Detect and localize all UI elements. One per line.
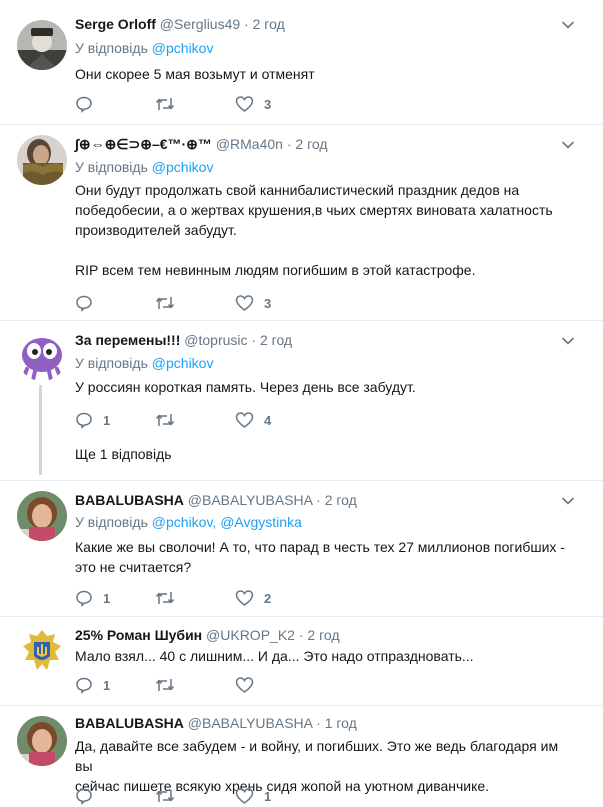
like-icon — [235, 412, 254, 428]
timestamp[interactable]: 2 год — [253, 16, 285, 32]
reply-button[interactable]: 1 — [75, 588, 110, 608]
reply-button[interactable]: 1 — [75, 675, 110, 695]
author-handle[interactable]: @RMa40n — [216, 136, 283, 152]
author-name[interactable]: Serge Orloff — [75, 16, 156, 32]
avatar[interactable] — [17, 331, 67, 381]
retweet-icon — [155, 679, 175, 691]
mention-link[interactable]: @pchikov — [152, 40, 214, 56]
like-icon — [235, 788, 254, 804]
author-name[interactable]: За перемены!!! — [75, 332, 180, 348]
thread-line — [39, 385, 42, 475]
reply-context: У відповідь @pchikov, @Avgystinka — [75, 514, 302, 530]
avatar[interactable] — [17, 626, 67, 676]
timestamp[interactable]: 2 год — [307, 627, 339, 643]
retweet-icon — [155, 98, 175, 110]
like-icon — [235, 677, 254, 693]
tweet-text: Какие же вы сволочи! А то, что парад в ч… — [75, 539, 565, 575]
like-count: 3 — [264, 96, 272, 112]
reply-button[interactable] — [75, 94, 93, 114]
avatar[interactable] — [17, 135, 67, 185]
reply-count: 1 — [103, 677, 111, 693]
like-button[interactable]: 2 — [235, 588, 271, 608]
tweet-2[interactable]: ∫⊕⇔⊕∈⊃⊕–€™·⊕™ @RMa40n · 2 год У відповід… — [0, 125, 603, 320]
mention-link[interactable]: @pchikov — [152, 159, 214, 175]
author-handle[interactable]: @Serglius49 — [160, 16, 240, 32]
retweet-button[interactable] — [155, 786, 175, 806]
reply-count: 1 — [103, 412, 111, 428]
timestamp[interactable]: 2 год — [260, 332, 292, 348]
mention-link[interactable]: @pchikov, @Avgystinka — [152, 514, 302, 530]
tweet-4[interactable]: BABALUBASHA @BABALYUBASHA · 2 год У відп… — [0, 481, 603, 616]
reply-icon — [76, 412, 92, 429]
tweet-text: Они скорее 5 мая возьмут и отменят — [75, 66, 315, 82]
like-count: 3 — [264, 295, 272, 311]
retweet-button[interactable] — [155, 94, 175, 114]
retweet-icon — [155, 414, 175, 426]
like-count: 1 — [264, 788, 272, 804]
like-icon — [235, 295, 254, 311]
like-count: 4 — [264, 412, 272, 428]
reply-button[interactable] — [75, 786, 93, 806]
like-button[interactable]: 3 — [235, 94, 271, 114]
avatar[interactable] — [17, 716, 67, 766]
retweet-button[interactable] — [155, 410, 175, 430]
reply-icon — [76, 590, 92, 607]
tweet-text: Мало взял... 40 с лишним... И да... Это … — [75, 648, 474, 664]
reply-context: У відповідь @pchikov — [75, 355, 214, 371]
author-handle[interactable]: @BABALYUBASHA — [188, 492, 312, 508]
like-button[interactable]: 1 — [235, 786, 271, 806]
chevron-down-icon[interactable] — [561, 18, 575, 32]
author-name[interactable]: ∫⊕⇔⊕∈⊃⊕–€™·⊕™ — [75, 136, 212, 152]
tweet-text: Они будут продолжать свой каннибалистиче… — [75, 182, 553, 278]
reply-icon — [76, 677, 92, 694]
like-icon — [235, 96, 254, 112]
chevron-down-icon[interactable] — [561, 138, 575, 152]
tweet-text: У россиян короткая память. Через день вс… — [75, 379, 416, 395]
reply-count: 1 — [103, 590, 111, 606]
avatar[interactable] — [17, 491, 67, 541]
timestamp[interactable]: 1 год — [325, 715, 357, 731]
retweet-button[interactable] — [155, 675, 175, 695]
mention-link[interactable]: @pchikov — [152, 355, 214, 371]
chevron-down-icon[interactable] — [561, 494, 575, 508]
like-icon — [235, 590, 254, 606]
reply-context: У відповідь @pchikov — [75, 159, 214, 175]
author-name[interactable]: BABALUBASHA — [75, 492, 184, 508]
retweet-icon — [155, 790, 175, 802]
retweet-icon — [155, 297, 175, 309]
retweet-icon — [155, 592, 175, 604]
author-handle[interactable]: @BABALYUBASHA — [188, 715, 312, 731]
like-count: 2 — [264, 590, 272, 606]
tweet-6[interactable]: BABALUBASHA @BABALYUBASHA · 1 год Да, да… — [0, 706, 603, 807]
author-name[interactable]: BABALUBASHA — [75, 715, 184, 731]
reply-context: У відповідь @pchikov — [75, 40, 214, 56]
show-more-replies-link[interactable]: Ще 1 відповідь — [75, 446, 172, 462]
timestamp[interactable]: 2 год — [325, 492, 357, 508]
reply-button[interactable] — [75, 293, 93, 313]
tweet-3[interactable]: За перемены!!! @toprusic · 2 год У відпо… — [0, 321, 603, 480]
chevron-down-icon[interactable] — [561, 334, 575, 348]
timestamp[interactable]: 2 год — [295, 136, 327, 152]
tweet-text: Да, давайте все забудем - и войну, и пог… — [75, 738, 559, 794]
retweet-button[interactable] — [155, 588, 175, 608]
author-name[interactable]: 25% Роман Шубин — [75, 627, 202, 643]
tweet-5[interactable]: 25% Роман Шубин @UKROP_K2 · 2 год Мало в… — [0, 617, 603, 705]
reply-icon — [76, 96, 92, 113]
reply-icon — [76, 295, 92, 312]
reply-icon — [76, 788, 92, 805]
reply-button[interactable]: 1 — [75, 410, 110, 430]
like-button[interactable]: 3 — [235, 293, 271, 313]
tweet-1[interactable]: Serge Orloff @Serglius49 · 2 год У відпо… — [0, 0, 603, 124]
avatar[interactable] — [17, 20, 67, 70]
like-button[interactable]: 4 — [235, 410, 271, 430]
retweet-button[interactable] — [155, 293, 175, 313]
author-handle[interactable]: @UKROP_K2 — [206, 627, 295, 643]
author-handle[interactable]: @toprusic — [184, 332, 247, 348]
like-button[interactable] — [235, 675, 254, 695]
